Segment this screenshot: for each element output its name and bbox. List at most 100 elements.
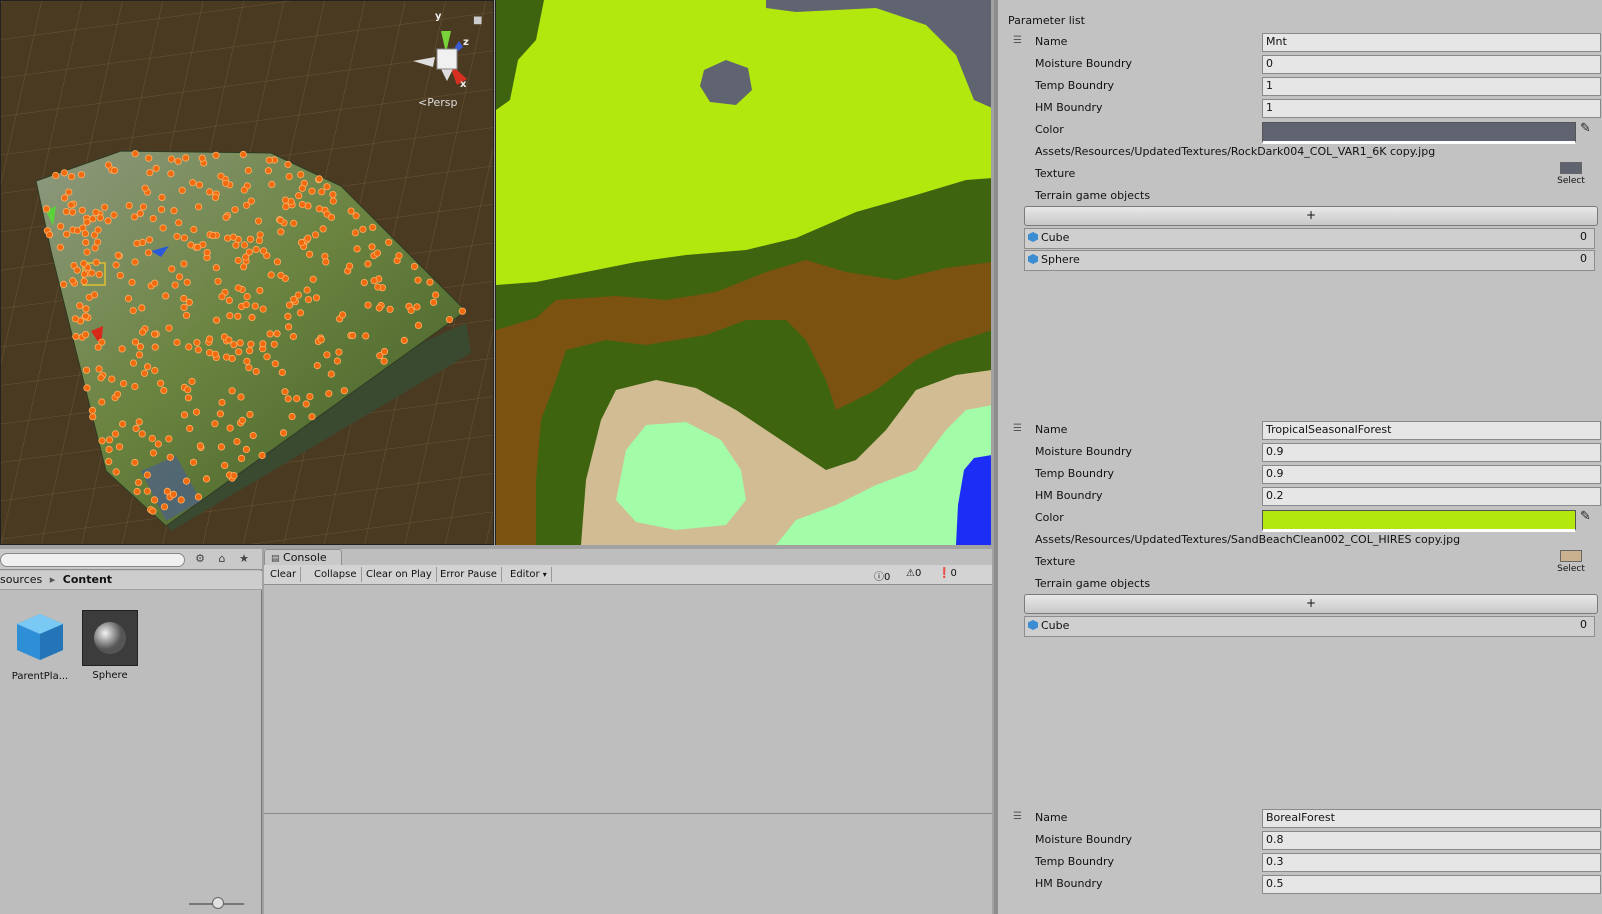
foliage-marker — [60, 194, 69, 202]
info-count-toggle[interactable]: ⓘ0 — [874, 568, 890, 583]
eyedropper-icon[interactable]: ✎ — [1580, 509, 1591, 524]
hm-field[interactable]: 0.2 — [1262, 487, 1601, 506]
clear-on-play-button[interactable]: Clear on Play — [362, 567, 437, 582]
scene-view[interactable]: y z x ■ <Persp — [0, 0, 494, 545]
eyedropper-icon[interactable]: ✎ — [1580, 121, 1591, 136]
collapse-button[interactable]: Collapse — [310, 567, 362, 582]
foliage-marker — [211, 420, 219, 428]
foliage-marker — [133, 487, 141, 496]
foliage-marker — [256, 231, 264, 239]
add-object-button[interactable]: + — [1024, 206, 1598, 226]
texture-path: Assets/Resources/UpdatedTextures/RockDar… — [1035, 145, 1436, 158]
foliage-marker — [69, 208, 77, 216]
temp-field[interactable]: 0.3 — [1262, 853, 1601, 872]
foliage-marker — [317, 336, 325, 344]
foliage-marker — [169, 490, 178, 498]
foliage-marker — [323, 183, 331, 191]
filter-by-type-icon[interactable]: ⚙ — [190, 551, 210, 567]
foliage-marker — [88, 269, 96, 277]
foliage-marker — [218, 398, 226, 407]
asset-sphere[interactable]: Sphere — [75, 610, 145, 681]
breadcrumb-current[interactable]: Content — [63, 573, 112, 586]
lock-icon[interactable]: ■ — [473, 15, 482, 26]
foliage-marker — [312, 294, 321, 302]
foliage-marker — [256, 286, 264, 295]
object-row-cube[interactable]: Cube — [1024, 616, 1595, 637]
name-field[interactable]: BorealForest — [1262, 809, 1601, 828]
foliage-marker — [236, 339, 244, 347]
moisture-field[interactable]: 0.8 — [1262, 831, 1601, 850]
foliage-marker — [82, 305, 90, 313]
foliage-marker — [263, 353, 271, 361]
color-row: Color ✎ — [1008, 120, 1602, 144]
foliage-marker — [80, 270, 89, 278]
moisture-field[interactable]: 0.9 — [1262, 443, 1601, 462]
color-swatch[interactable] — [1262, 122, 1576, 144]
foliage-marker — [178, 186, 186, 194]
object-row-cube[interactable]: Cube — [1024, 228, 1595, 249]
moisture-row: Moisture Boundry 0 — [1008, 54, 1602, 74]
warning-count-toggle[interactable]: ⚠0 — [906, 568, 921, 579]
foliage-marker — [362, 332, 370, 340]
foliage-marker — [370, 277, 378, 285]
foliage-marker — [319, 225, 327, 233]
star-icon[interactable]: ★ — [234, 551, 254, 567]
object-row-sphere[interactable]: Sphere — [1024, 250, 1595, 271]
foliage-marker — [226, 424, 234, 432]
foliage-marker — [149, 215, 157, 223]
hm-field[interactable]: 1 — [1262, 99, 1601, 118]
foliage-marker — [94, 226, 102, 234]
asset-parentplane[interactable]: ParentPla... — [5, 610, 75, 682]
console-toolbar: Clear Collapse Clear on Play Error Pause… — [264, 565, 992, 585]
reorder-handle-icon[interactable]: ☰ — [1013, 811, 1022, 822]
project-toolbar: ⚙ ⌂ ★ — [0, 549, 262, 570]
object-count: 0 — [1580, 230, 1587, 243]
tag-icon[interactable]: ⌂ — [212, 551, 232, 567]
clear-button[interactable]: Clear — [266, 567, 302, 582]
foliage-marker — [129, 359, 138, 367]
foliage-marker — [297, 238, 306, 247]
icon-size-slider-handle[interactable] — [212, 897, 224, 909]
texture-select[interactable]: Select — [1554, 550, 1588, 574]
foliage-marker — [234, 312, 242, 320]
breadcrumb-parent[interactable]: sources — [0, 573, 42, 586]
foliage-marker — [226, 312, 234, 320]
error-count-toggle[interactable]: ❗0 — [938, 568, 957, 579]
error-pause-button[interactable]: Error Pause — [436, 567, 502, 582]
project-search-input[interactable] — [0, 553, 185, 567]
foliage-marker — [131, 150, 139, 158]
temp-row: Temp Boundry 0.3 — [1008, 852, 1602, 872]
foliage-marker — [182, 311, 191, 319]
entry-name-row: ☰ Name Mnt — [1008, 32, 1602, 52]
foliage-marker — [136, 209, 144, 217]
temp-field[interactable]: 1 — [1262, 77, 1601, 96]
reorder-handle-icon[interactable]: ☰ — [1013, 35, 1022, 46]
hm-row: HM Boundry 0.5 — [1008, 874, 1602, 894]
add-object-button[interactable]: + — [1024, 594, 1598, 614]
foliage-marker — [374, 283, 382, 291]
moisture-field[interactable]: 0 — [1262, 55, 1601, 74]
name-field[interactable]: TropicalSeasonalForest — [1262, 421, 1601, 440]
color-swatch[interactable] — [1262, 510, 1576, 532]
foliage-marker — [194, 243, 202, 251]
persp-label[interactable]: <Persp — [418, 96, 457, 109]
entry-name-row: ☰ Name BorealForest — [1008, 808, 1602, 828]
editor-dropdown[interactable]: Editor ▾ — [506, 567, 552, 582]
name-field[interactable]: Mnt — [1262, 33, 1601, 52]
reorder-handle-icon[interactable]: ☰ — [1013, 423, 1022, 434]
texture-select[interactable]: Select — [1554, 162, 1588, 186]
foliage-marker — [104, 161, 113, 169]
foliage-marker — [284, 395, 292, 403]
hm-field[interactable]: 0.5 — [1262, 875, 1601, 894]
console-splitter[interactable] — [264, 813, 992, 814]
foliage-marker — [180, 303, 188, 311]
tab-console[interactable]: ▤ Console — [264, 549, 342, 566]
foliage-marker — [195, 203, 203, 211]
temp-field[interactable]: 0.9 — [1262, 465, 1601, 484]
foliage-marker — [146, 169, 154, 177]
foliage-marker — [410, 262, 419, 271]
scene-canvas[interactable] — [1, 1, 494, 545]
foliage-marker — [322, 258, 330, 266]
foliage-marker — [151, 279, 159, 287]
foliage-marker — [281, 196, 290, 204]
